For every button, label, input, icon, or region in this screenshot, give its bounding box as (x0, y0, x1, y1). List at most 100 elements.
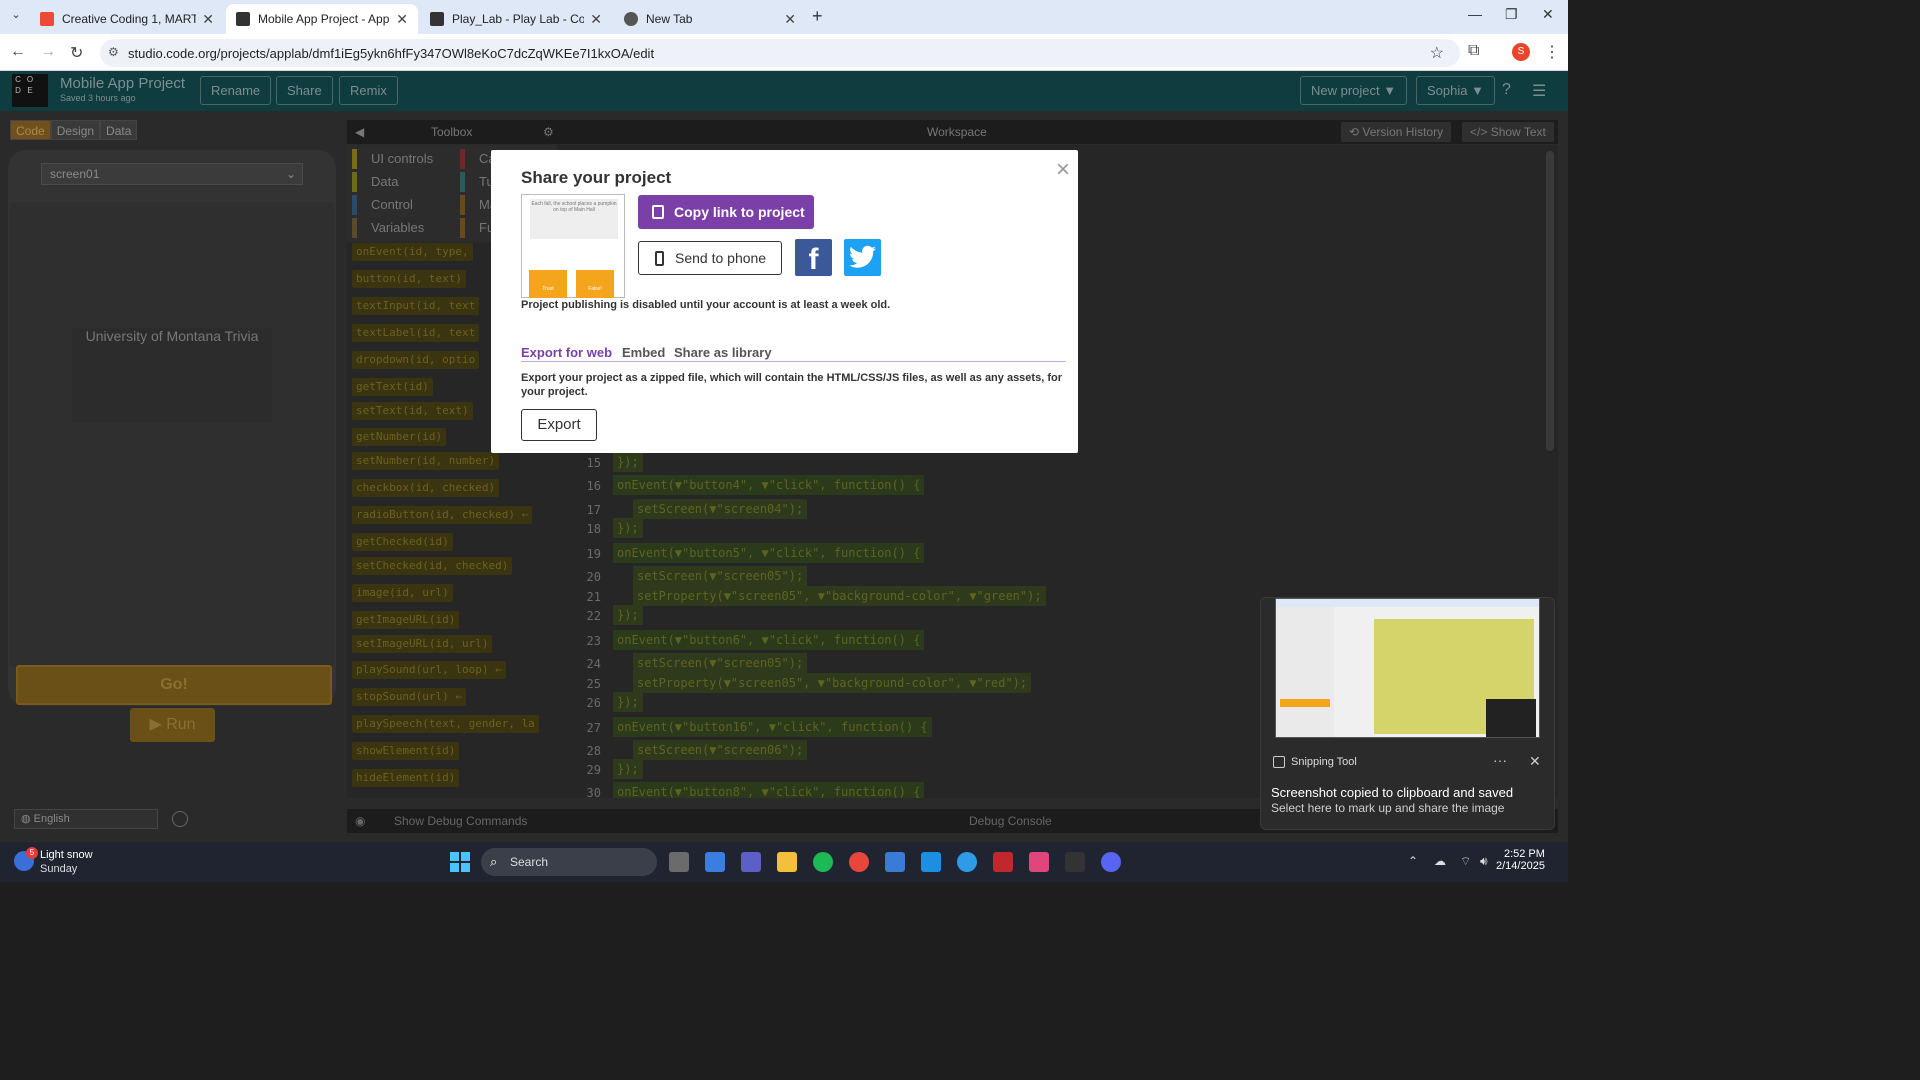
code-statement-block[interactable]: setScreen(▼"screen05"); (633, 566, 808, 586)
minimize-icon[interactable]: — (1468, 6, 1482, 22)
category-ui-controls[interactable]: UI controls (352, 149, 433, 169)
toolbox-block[interactable]: textLabel(id, text (352, 324, 480, 342)
code-event-block[interactable]: onEvent(▼"button5", ▼"click", function()… (613, 543, 925, 563)
tab-design[interactable]: Design (50, 120, 101, 140)
chrome-icon[interactable] (849, 852, 869, 872)
tab-export-for-web[interactable]: Export for web (521, 345, 612, 360)
toolbox-block[interactable]: setChecked(id, checked) (352, 557, 513, 575)
onedrive-icon[interactable]: ☁ (1434, 854, 1446, 868)
tab-mobile-app-project[interactable]: Mobile App Project - App Lab - ✕ (226, 4, 418, 34)
toolbox-block[interactable]: stopSound(url) ← (352, 688, 466, 706)
code-statement-block[interactable]: setScreen(▼"screen05"); (633, 653, 808, 673)
collapse-icon[interactable]: ◀ (355, 125, 364, 139)
url-text[interactable]: studio.code.org/projects/applab/dmf1iEg5… (128, 46, 654, 61)
code-statement-block[interactable]: setProperty(▼"screen05", ▼"background-co… (633, 586, 1046, 606)
code-statement-block[interactable]: }); (613, 605, 643, 625)
toolbox-block[interactable]: radioButton(id, checked) ← (352, 506, 533, 524)
toolbox-block[interactable]: setNumber(id, number) (352, 452, 500, 470)
reload-icon[interactable]: ↻ (70, 43, 83, 63)
snipping-notification[interactable]: Snipping Tool ··· ✕ Screenshot copied to… (1260, 597, 1555, 830)
code-statement-block[interactable]: setScreen(▼"screen06"); (633, 740, 808, 760)
tab-new-tab[interactable]: New Tab ✕ (614, 4, 806, 34)
screenshot-preview[interactable] (1275, 598, 1540, 738)
go-button[interactable]: Go! (16, 665, 332, 705)
tab-close-icon[interactable]: ✕ (590, 11, 602, 28)
toolbox-block[interactable]: getImageURL(id) (352, 611, 460, 629)
toolbox-block[interactable]: dropdown(id, optio (352, 351, 480, 369)
facebook-share-icon[interactable]: f (795, 239, 832, 276)
code-event-block[interactable]: onEvent(▼"button16", ▼"click", function(… (613, 717, 932, 737)
hamburger-menu-icon[interactable]: ☰ (1532, 81, 1546, 101)
toolbox-block[interactable]: image(id, url) (352, 584, 453, 602)
workspace-scrollbar[interactable] (1546, 151, 1554, 451)
user-menu-button[interactable]: Sophia ▼ (1416, 76, 1495, 105)
discord-icon[interactable] (1101, 852, 1121, 872)
tab-share-as-library[interactable]: Share as library (674, 345, 772, 360)
close-icon[interactable]: × (1056, 156, 1070, 184)
task-view-icon[interactable] (669, 852, 689, 872)
extensions-icon[interactable]: ⧉ (1468, 42, 1479, 60)
notification-close-icon[interactable]: ✕ (1529, 753, 1541, 770)
mcafee-icon[interactable] (993, 852, 1013, 872)
toolbox-block[interactable]: getText(id) (352, 378, 433, 396)
export-button[interactable]: Export (521, 409, 597, 441)
language-select[interactable]: ◍ English (14, 809, 158, 829)
settings-circle-icon[interactable] (172, 811, 188, 827)
more-options-icon[interactable]: ··· (1493, 752, 1507, 768)
wifi-icon[interactable]: ⌔ (1460, 854, 1471, 869)
remix-button[interactable]: Remix (339, 76, 398, 105)
tab-search-icon[interactable]: ⌄ (6, 8, 26, 26)
run-button[interactable]: ▶ Run (130, 708, 215, 742)
code-statement-block[interactable]: }); (613, 452, 643, 472)
tab-code[interactable]: Code (10, 120, 51, 140)
code-statement-block[interactable]: setProperty(▼"screen05", ▼"background-co… (633, 673, 1032, 693)
code-event-block[interactable]: onEvent(▼"button4", ▼"click", function()… (613, 475, 925, 495)
code-event-block[interactable]: onEvent(▼"button6", ▼"click", function()… (613, 630, 925, 650)
category-control[interactable]: Control (352, 195, 413, 215)
code-statement-block[interactable]: }); (613, 518, 643, 538)
code-event-block[interactable]: onEvent(▼"button8", ▼"click", function()… (613, 782, 925, 798)
debug-toggle-icon[interactable]: ◉ (355, 814, 365, 828)
profile-avatar[interactable]: S (1512, 43, 1530, 61)
weather-subtitle[interactable]: Sunday (40, 863, 77, 875)
tab-embed[interactable]: Embed (622, 345, 665, 360)
version-history-button[interactable]: ⟲ Version History (1341, 122, 1452, 142)
toolbox-block[interactable]: onEvent(id, type, (352, 243, 473, 261)
copilot-icon[interactable] (705, 852, 725, 872)
tab-data[interactable]: Data (100, 120, 138, 140)
toolbox-block[interactable]: playSound(url, loop) ← (352, 661, 506, 679)
category-variables[interactable]: Variables (352, 218, 424, 238)
tab-close-icon[interactable]: ✕ (784, 11, 796, 28)
tab-creative-coding[interactable]: Creative Coding 1, MART 120 | ✕ (30, 4, 224, 34)
taskbar-search[interactable]: ⌕ Search (481, 848, 657, 876)
clock[interactable]: 2:52 PM 2/14/2025 (1496, 848, 1545, 872)
figma-icon[interactable] (1065, 852, 1085, 872)
category-functions[interactable]: Fu (460, 218, 494, 238)
photos-icon[interactable] (1029, 852, 1049, 872)
share-button[interactable]: Share (276, 76, 333, 105)
tray-chevron-icon[interactable]: ⌃ (1408, 854, 1418, 868)
teams-icon[interactable] (741, 852, 761, 872)
browser-menu-icon[interactable]: ⋮ (1544, 42, 1560, 62)
show-debug-commands[interactable]: Show Debug Commands (394, 814, 527, 828)
volume-icon[interactable]: 🔊︎ (1480, 854, 1488, 869)
weather-title[interactable]: Light snow (40, 849, 93, 861)
app-icon[interactable] (921, 852, 941, 872)
new-tab-icon[interactable]: + (812, 6, 823, 27)
toolbox-block[interactable]: setText(id, text) (352, 402, 473, 420)
toolbox-block[interactable]: textInput(id, text (352, 297, 480, 315)
tab-play-lab[interactable]: Play_Lab - Play Lab - Code.org ✕ (420, 4, 612, 34)
spotify-icon[interactable] (813, 852, 833, 872)
toolbox-block[interactable]: hideElement(id) (352, 769, 460, 787)
window-close-icon[interactable]: ✕ (1542, 6, 1554, 23)
toolbox-block[interactable]: setImageURL(id, url) (352, 635, 493, 653)
file-explorer-icon[interactable] (777, 852, 797, 872)
toolbox-block[interactable]: getNumber(id) (352, 428, 447, 446)
screen-dropdown[interactable]: screen01 ⌄ (41, 163, 303, 185)
site-info-icon[interactable]: ⚙ (108, 45, 119, 59)
tab-close-icon[interactable]: ✕ (396, 11, 408, 28)
gear-icon[interactable]: ⚙ (543, 125, 554, 139)
show-text-button[interactable]: </> Show Text (1462, 122, 1554, 142)
code-statement-block[interactable]: setScreen(▼"screen04"); (633, 499, 808, 519)
toolbox-block[interactable]: showElement(id) (352, 742, 460, 760)
